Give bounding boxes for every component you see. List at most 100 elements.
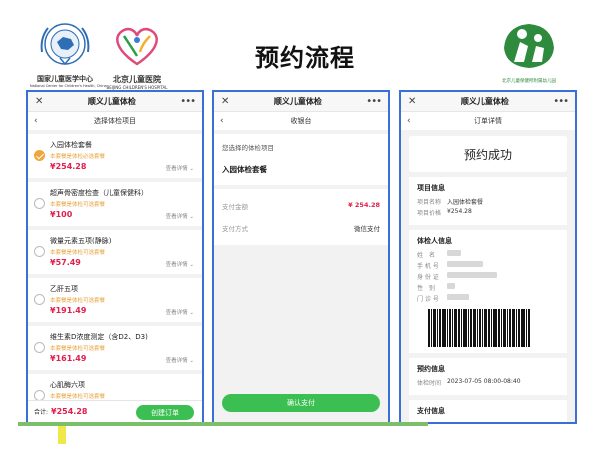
selected-package-card: 您选择的体检项目 入园体检套餐	[214, 134, 388, 185]
list-item[interactable]: 微量元素五项(静脉) 本套餐是体检可选套餐 ¥57.49 查看详情 ⌄	[28, 230, 202, 274]
redacted-value	[447, 250, 461, 256]
logo-caption: 北京儿童保健所附属幼儿园	[502, 79, 556, 84]
more-menu-icon[interactable]: •••	[366, 96, 382, 107]
project-name-row: 项目名称 入园体检套餐	[417, 197, 559, 206]
checkbox-checked[interactable]	[34, 150, 45, 161]
close-icon[interactable]: ✕	[35, 96, 43, 107]
logo-caption-cn: 北京儿童医院	[113, 74, 161, 84]
kindergarten-emblem-icon	[504, 24, 554, 68]
field-label: 手 机 号	[417, 263, 439, 270]
chevron-down-icon: ⌄	[189, 310, 194, 316]
view-details-label: 查看详情	[165, 166, 188, 172]
create-order-button[interactable]: 创建订单	[136, 405, 194, 420]
item-name: 超声骨密度检查（儿童保健科）	[50, 189, 148, 197]
miniapp-title: 顺义儿童体检	[273, 97, 322, 106]
total-amount: ¥254.28	[51, 407, 88, 416]
checkbox[interactable]	[34, 198, 45, 209]
subpage-bar: ‹ 选择体检项目	[28, 112, 202, 130]
subpage-title: 订单详情	[474, 117, 502, 125]
person-row: 姓 名	[417, 250, 559, 259]
payment-info: 支付信息	[409, 400, 567, 422]
person-row: 身 份 证	[417, 272, 559, 281]
checkbox[interactable]	[34, 342, 45, 353]
un-emblem-icon	[40, 23, 90, 66]
list-item[interactable]: 入园体检套餐 本套餐是体检必选套餐 ¥254.28 查看详情 ⌄	[28, 134, 202, 178]
view-details-label: 查看详情	[165, 358, 188, 364]
field-value: 入园体检套餐	[447, 199, 484, 206]
close-icon[interactable]: ✕	[221, 96, 229, 107]
field-label: 体检时间	[417, 380, 442, 387]
project-price-row: 项目价格 ¥254.28	[417, 208, 559, 217]
amount-label: 支付金额	[222, 203, 248, 211]
field-value: ¥254.28	[447, 208, 472, 215]
method-label: 支付方式	[222, 225, 248, 233]
item-note: 本套餐是体检可选套餐	[50, 202, 106, 208]
package-name: 入园体检套餐	[222, 165, 267, 174]
field-label: 性 别	[417, 285, 436, 292]
item-name: 维生素D浓度测定（含D2、D3)	[50, 333, 148, 341]
view-details-label: 查看详情	[165, 262, 188, 268]
phone-checkout: ✕ 顺义儿童体检 ••• ‹ 收银台 您选择的体检项目 入园体检套餐 支付金额 …	[212, 90, 390, 424]
logo-caption-en: National Center for Children's Health, C…	[30, 84, 107, 88]
item-name: 心肌酶六项	[50, 381, 85, 389]
beijing-childrens-hospital-logo: 北京儿童医院 BEIJING CHILDREN'S HOSPITAL	[102, 20, 172, 90]
chevron-down-icon: ⌄	[189, 166, 194, 172]
person-row: 手 机 号	[417, 261, 559, 270]
wechat-topbar: ✕ 顺义儿童体检 •••	[28, 92, 202, 112]
wechat-topbar: ✕ 顺义儿童体检 •••	[214, 92, 388, 112]
subpage-title: 收银台	[290, 117, 312, 125]
section-heading: 预约信息	[417, 365, 445, 373]
view-details-link[interactable]: 查看详情 ⌄	[166, 212, 194, 220]
view-details-link[interactable]: 查看详情 ⌄	[166, 356, 194, 364]
barcode-image	[428, 309, 548, 347]
decorative-block	[58, 426, 66, 444]
section-label: 您选择的体检项目	[222, 144, 274, 152]
confirm-pay-button[interactable]: 确认支付	[222, 394, 380, 412]
item-note: 本套餐是体检可选套餐	[50, 250, 106, 256]
checkbox[interactable]	[34, 246, 45, 257]
redacted-value	[447, 261, 483, 267]
list-item[interactable]: 乙肝五项 本套餐是体检可选套餐 ¥191.49 查看详情 ⌄	[28, 278, 202, 322]
chevron-down-icon: ⌄	[189, 358, 194, 364]
back-icon[interactable]: ‹	[220, 116, 224, 126]
wechat-topbar: ✕ 顺义儿童体检 •••	[401, 92, 575, 112]
more-menu-icon[interactable]: •••	[180, 96, 196, 107]
miniapp-title: 顺义儿童体检	[87, 97, 136, 106]
redacted-value	[447, 294, 469, 300]
chevron-down-icon: ⌄	[189, 262, 194, 268]
view-details-label: 查看详情	[165, 214, 188, 220]
field-label: 身 份 证	[417, 274, 439, 281]
payment-details-card: 支付金额 ¥ 254.28 支付方式 微信支付	[214, 189, 388, 245]
redacted-value	[447, 283, 455, 289]
field-label: 姓 名	[417, 252, 436, 259]
person-row: 门 诊 号	[417, 294, 559, 303]
national-center-logo: 国家儿童医学中心 National Center for Children's …	[30, 18, 107, 90]
person-row: 性 别	[417, 283, 559, 292]
back-icon[interactable]: ‹	[34, 116, 38, 126]
item-note: 本套餐是体检可选套餐	[50, 346, 106, 352]
close-icon[interactable]: ✕	[408, 96, 416, 107]
amount-row: 支付金额 ¥ 254.28	[222, 195, 380, 217]
method-row[interactable]: 支付方式 微信支付	[222, 217, 380, 239]
view-details-link[interactable]: 查看详情 ⌄	[166, 260, 194, 268]
amount-value: ¥ 254.28	[348, 201, 380, 209]
page-title: 预约流程	[255, 44, 355, 72]
list-item[interactable]: 超声骨密度检查（儿童保健科） 本套餐是体检可选套餐 ¥100 查看详情 ⌄	[28, 182, 202, 226]
view-details-link[interactable]: 查看详情 ⌄	[166, 164, 194, 172]
back-icon[interactable]: ‹	[407, 116, 411, 126]
list-item[interactable]: 维生素D浓度测定（含D2、D3) 本套餐是体检可选套餐 ¥161.49 查看详情…	[28, 326, 202, 370]
section-heading: 体检人信息	[417, 237, 452, 245]
person-info: 体检人信息 姓 名 手 机 号 身 份 证 性 别 门 诊 号	[409, 230, 567, 353]
checkbox[interactable]	[34, 294, 45, 305]
section-heading: 支付信息	[417, 407, 445, 415]
kindergarten-logo: 北京儿童保健所附属幼儿园	[494, 18, 564, 90]
view-details-link[interactable]: 查看详情 ⌄	[166, 308, 194, 316]
phone-select-items: ✕ 顺义儿童体检 ••• ‹ 选择体检项目 入园体检套餐 本套餐是体检必选套餐 …	[26, 90, 204, 424]
item-name: 乙肝五项	[50, 285, 78, 293]
section-heading: 项目信息	[417, 184, 445, 192]
heart-logo-icon	[116, 27, 158, 66]
method-value: 微信支付	[354, 225, 380, 233]
item-name: 微量元素五项(静脉)	[50, 237, 112, 245]
more-menu-icon[interactable]: •••	[553, 96, 569, 107]
view-details-label: 查看详情	[165, 310, 188, 316]
